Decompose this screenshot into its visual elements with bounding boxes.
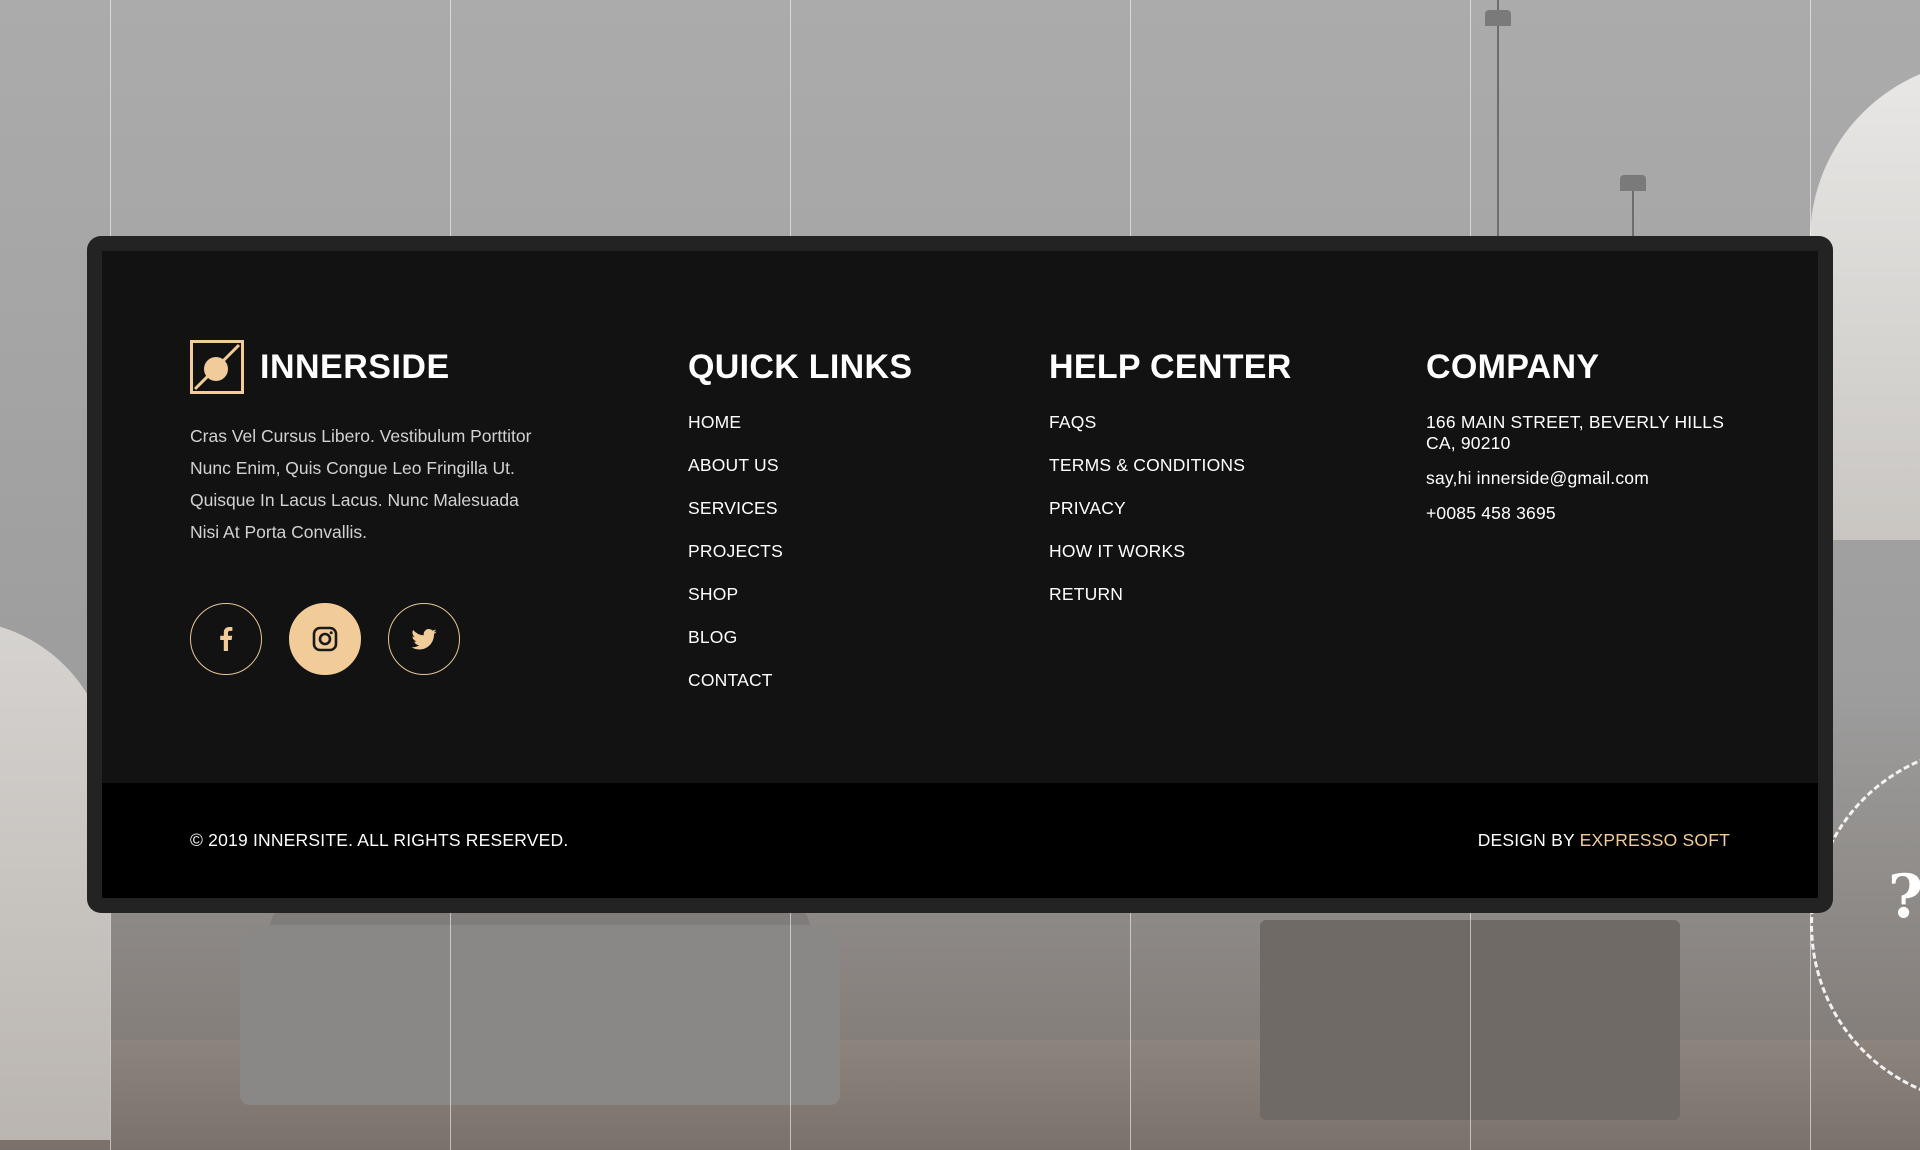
company-column: COMPANY 166 MAIN STREET, BEVERLY HILLS C… — [1426, 340, 1746, 524]
company-address-line: CA, 90210 — [1426, 433, 1511, 453]
link-return[interactable]: RETURN — [1049, 584, 1292, 604]
facebook-icon — [220, 627, 233, 651]
footer-card: INNERSIDE Cras Vel Cursus Libero. Vestib… — [87, 236, 1833, 913]
brand-name: INNERSIDE — [260, 347, 450, 386]
copyright-text: © 2019 INNERSITE. ALL RIGHTS RESERVED. — [190, 830, 569, 850]
link-home[interactable]: HOME — [688, 412, 912, 432]
link-blog[interactable]: BLOG — [688, 627, 912, 647]
company-address: 166 MAIN STREET, BEVERLY HILLS CA, 90210 — [1426, 412, 1746, 454]
company-info: 166 MAIN STREET, BEVERLY HILLS CA, 90210… — [1426, 412, 1746, 524]
help-center-column: HELP CENTER FAQS TERMS & CONDITIONS PRIV… — [1049, 340, 1292, 627]
brand-description: Cras Vel Cursus Libero. Vestibulum Portt… — [190, 420, 570, 548]
link-services[interactable]: SERVICES — [688, 498, 912, 518]
link-about-us[interactable]: ABOUT US — [688, 455, 912, 475]
quick-links-title: QUICK LINKS — [688, 348, 913, 386]
link-contact[interactable]: CONTACT — [688, 670, 912, 690]
brand-column: INNERSIDE Cras Vel Cursus Libero. Vestib… — [190, 340, 570, 675]
link-projects[interactable]: PROJECTS — [688, 541, 912, 561]
company-phone[interactable]: +0085 458 3695 — [1426, 503, 1746, 524]
brand-description-line: Nunc Enim, Quis Congue Leo Fringilla Ut. — [190, 458, 515, 478]
social-links — [190, 603, 570, 675]
company-email[interactable]: say,hi innerside@gmail.com — [1426, 468, 1746, 489]
footer-inner: INNERSIDE Cras Vel Cursus Libero. Vestib… — [102, 251, 1818, 898]
link-faqs[interactable]: FAQS — [1049, 412, 1292, 432]
brand-description-line: Quisque In Lacus Lacus. Nunc Malesuada — [190, 490, 519, 510]
footer-bottom-bar: © 2019 INNERSITE. ALL RIGHTS RESERVED. D… — [102, 783, 1818, 898]
help-center-title: HELP CENTER — [1049, 348, 1292, 386]
quick-links-column: QUICK LINKS HOME ABOUT US SERVICES PROJE… — [688, 340, 912, 713]
brand-description-line: Nisi At Porta Convallis. — [190, 522, 368, 542]
design-credit: DESIGN BY EXPRESSO SOFT — [1478, 783, 1730, 897]
square-circle-slash-logo-icon — [190, 340, 244, 394]
company-title: COMPANY — [1426, 348, 1600, 386]
design-credit-prefix: DESIGN BY — [1477, 830, 1575, 850]
design-credit-link[interactable]: EXPRESSO SOFT — [1580, 830, 1730, 850]
instagram-button[interactable] — [289, 603, 361, 675]
footer-main: INNERSIDE Cras Vel Cursus Libero. Vestib… — [102, 251, 1818, 783]
twitter-button[interactable] — [388, 603, 460, 675]
link-shop[interactable]: SHOP — [688, 584, 912, 604]
quick-links-list: HOME ABOUT US SERVICES PROJECTS SHOP BLO… — [688, 412, 912, 690]
logo[interactable]: INNERSIDE — [190, 340, 570, 394]
link-how-it-works[interactable]: HOW IT WORKS — [1049, 541, 1292, 561]
instagram-icon — [312, 626, 338, 652]
brand-description-line: Cras Vel Cursus Libero. Vestibulum Portt… — [190, 426, 532, 446]
twitter-icon — [411, 628, 437, 649]
company-address-line: 166 MAIN STREET, BEVERLY HILLS — [1426, 412, 1725, 432]
help-center-list: FAQS TERMS & CONDITIONS PRIVACY HOW IT W… — [1049, 412, 1292, 604]
link-terms-conditions[interactable]: TERMS & CONDITIONS — [1049, 455, 1292, 475]
facebook-button[interactable] — [190, 603, 262, 675]
link-privacy[interactable]: PRIVACY — [1049, 498, 1292, 518]
